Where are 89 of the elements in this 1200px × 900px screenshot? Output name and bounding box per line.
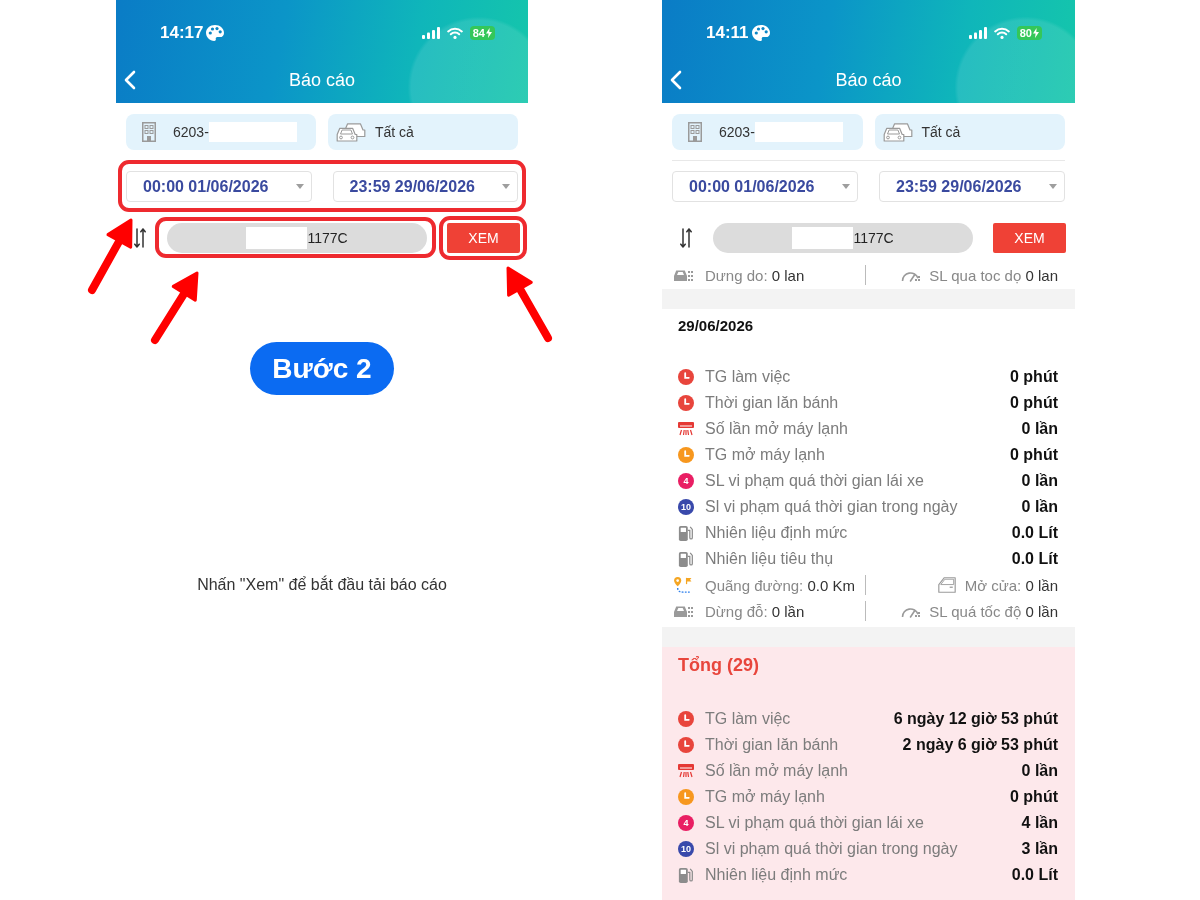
step-badge: Bước 2 xyxy=(250,342,394,395)
number-badge: 4 xyxy=(678,815,694,831)
stat-text: Quãng đường: 0.0 Km xyxy=(705,576,855,594)
building-icon xyxy=(688,122,702,142)
charging-bolt-icon xyxy=(486,28,492,38)
screen-title: Báo cáo xyxy=(834,69,903,91)
fuel-pump-icon xyxy=(678,525,694,541)
metric-label: SL vi phạm quá thời gian lái xe xyxy=(705,814,925,832)
metric-label: Số lần mở máy lạnh xyxy=(705,420,849,438)
metric-value: 2 ngày 6 giờ 53 phút xyxy=(902,736,1058,754)
metric-value: 0 lần xyxy=(1021,472,1058,490)
metric-label: Sl vi phạm quá thời gian trong ngày xyxy=(705,840,959,858)
report-title: 29/06/2026 xyxy=(677,317,755,335)
number-badge: 10 xyxy=(678,841,694,857)
metric-value: 4 lần xyxy=(1021,814,1058,832)
status-time: 14:11 xyxy=(706,23,749,43)
metric-label: TG làm việc xyxy=(705,710,792,728)
signal-icon xyxy=(968,27,987,39)
metric-value: 3 lần xyxy=(1021,840,1058,858)
building-icon xyxy=(142,122,156,142)
stat-text: SL qua toc dọ 0 lan xyxy=(929,266,1058,284)
wifi-icon xyxy=(993,27,1010,39)
metric-label: Sl vi phạm quá thời gian trong ngày xyxy=(705,498,959,516)
metric-value: 0.0 Lít xyxy=(1011,524,1058,542)
cars-icon xyxy=(336,122,366,142)
number-badge: 10 xyxy=(678,499,694,515)
metric-value: 0 phút xyxy=(1010,394,1058,412)
charging-bolt-icon xyxy=(1033,28,1039,38)
start-date-dropdown[interactable]: 00:00 01/06/2026 xyxy=(672,171,858,202)
route-icon xyxy=(673,577,693,593)
vehicle-group-selector[interactable]: Tất cả xyxy=(328,114,518,150)
number-badge: 4 xyxy=(678,473,694,489)
metric-label: TG làm việc xyxy=(705,368,792,386)
caret-icon xyxy=(842,184,850,189)
vehicle-selector[interactable]: 1177C xyxy=(713,223,973,253)
metric-label: Số lần mở máy lạnh xyxy=(705,762,849,780)
stat-text: Mở cửa: 0 lần xyxy=(964,576,1058,594)
metric-label: TG mở máy lạnh xyxy=(705,446,826,464)
report-title: Tổng (29) xyxy=(677,654,760,676)
sort-icon[interactable] xyxy=(134,227,146,249)
status-time: 14:17 xyxy=(160,23,204,43)
caret-icon xyxy=(1049,184,1057,189)
caret-icon xyxy=(295,184,304,189)
sort-icon[interactable] xyxy=(680,227,692,249)
car-door-icon xyxy=(936,577,957,593)
metric-value: 0.0 Lít xyxy=(1011,866,1058,884)
stat-text: Dừng đỗ: 0 lần xyxy=(705,602,805,620)
metric-label: TG mở máy lạnh xyxy=(705,788,826,806)
air-conditioner-icon xyxy=(678,422,694,436)
palette-icon xyxy=(206,25,225,41)
metric-value: 0 phút xyxy=(1010,788,1058,806)
screen-title: Báo cáo xyxy=(287,69,357,91)
metric-label: Nhiên liệu tiêu thụ xyxy=(705,550,835,568)
battery-percent: 84 xyxy=(472,26,485,40)
start-date-dropdown[interactable]: 00:00 01/06/2026 xyxy=(126,171,312,202)
metric-label: Thời gian lăn bánh xyxy=(705,394,840,412)
metric-value: 0 lần xyxy=(1021,420,1058,438)
battery-percent: 80 xyxy=(1019,26,1032,40)
fuel-pump-icon xyxy=(678,867,694,883)
empty-state-message: Nhấn "Xem" để bắt đầu tải báo cáo xyxy=(196,576,448,594)
end-date-dropdown[interactable]: 23:59 29/06/2026 xyxy=(879,171,1065,202)
end-date-dropdown[interactable]: 23:59 29/06/2026 xyxy=(332,171,518,202)
metric-label: Thời gian lăn bánh xyxy=(705,736,840,754)
company-selector[interactable]: 6203- xyxy=(126,114,316,150)
metric-value: 6 ngày 12 giờ 53 phút xyxy=(893,710,1058,728)
stat-text: Dưng do: 0 lan xyxy=(705,266,805,284)
view-button[interactable]: XEM xyxy=(993,223,1066,253)
back-icon[interactable] xyxy=(670,70,682,90)
stat-text: SL quá tốc độ 0 lần xyxy=(929,602,1058,620)
metric-label: Nhiên liệu định mức xyxy=(705,866,849,884)
wifi-icon xyxy=(446,27,463,39)
metric-value: 0 lần xyxy=(1021,498,1058,516)
fuel-pump-icon xyxy=(678,551,694,567)
palette-icon xyxy=(751,25,770,41)
view-button[interactable]: XEM xyxy=(447,223,520,253)
vehicle-selector[interactable]: 1177C xyxy=(167,223,427,253)
company-selector[interactable]: 6203- xyxy=(672,114,863,150)
back-icon[interactable] xyxy=(124,70,136,90)
metric-value: 0 phút xyxy=(1010,446,1058,464)
metric-label: Nhiên liệu định mức xyxy=(705,524,849,542)
cars-icon xyxy=(882,122,913,142)
signal-icon xyxy=(421,27,440,39)
metric-value: 0 lần xyxy=(1021,762,1058,780)
caret-icon xyxy=(502,184,510,189)
vehicle-group-selector[interactable]: Tất cả xyxy=(874,114,1065,150)
metric-label: SL vi phạm quá thời gian lái xe xyxy=(705,472,925,490)
air-conditioner-icon xyxy=(678,764,694,778)
metric-value: 0 phút xyxy=(1010,368,1058,386)
metric-value: 0.0 Lít xyxy=(1011,550,1058,568)
